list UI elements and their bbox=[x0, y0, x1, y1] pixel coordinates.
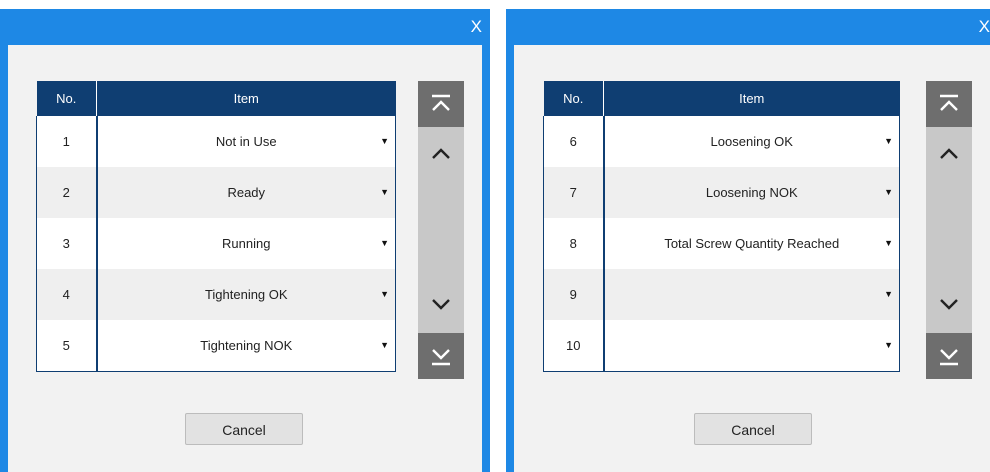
table-row: 4 Tightening OK ▼ bbox=[36, 269, 396, 320]
column-header-item: Item bbox=[96, 81, 396, 116]
row-number: 7 bbox=[543, 167, 605, 218]
table-row: 10 ▼ bbox=[543, 320, 900, 372]
row-number: 2 bbox=[36, 167, 98, 218]
row-number: 10 bbox=[543, 320, 605, 372]
scrollbar[interactable] bbox=[926, 81, 972, 379]
table-header-row: No. Item bbox=[36, 81, 396, 116]
scroll-up-button[interactable] bbox=[926, 131, 972, 177]
scroll-bottom-button[interactable] bbox=[926, 333, 972, 379]
dialog-panel: No. Item 1 Not in Use ▼ 2 Ready ▼ 3 Runnin… bbox=[8, 45, 482, 472]
chevron-double-down-icon bbox=[432, 349, 450, 366]
chevron-double-up-icon bbox=[432, 94, 450, 111]
io-config-dialog-left: X No. Item 1 Not in Use ▼ 2 Ready ▼ 3 Ru… bbox=[0, 9, 490, 472]
table-row: 2 Ready ▼ bbox=[36, 167, 396, 218]
caret-down-icon: ▼ bbox=[380, 289, 389, 299]
column-header-item: Item bbox=[603, 81, 900, 116]
caret-down-icon: ▼ bbox=[884, 238, 893, 248]
item-select-value: Ready bbox=[227, 185, 266, 200]
item-select[interactable]: Tightening OK ▼ bbox=[96, 269, 396, 320]
chevron-up-icon bbox=[432, 148, 450, 159]
item-select[interactable]: Running ▼ bbox=[96, 218, 396, 269]
caret-down-icon: ▼ bbox=[884, 187, 893, 197]
caret-down-icon: ▼ bbox=[380, 187, 389, 197]
scroll-down-button[interactable] bbox=[418, 281, 464, 327]
chevron-double-down-icon bbox=[940, 349, 958, 366]
item-table: No. Item 6 Loosening OK ▼ 7 Loosening NOK… bbox=[543, 81, 900, 372]
table-row: 3 Running ▼ bbox=[36, 218, 396, 269]
item-select-value: Running bbox=[222, 236, 271, 251]
item-select-value: Tightening OK bbox=[204, 287, 288, 302]
scroll-up-button[interactable] bbox=[418, 131, 464, 177]
table-row: 8 Total Screw Quantity Reached ▼ bbox=[543, 218, 900, 269]
dialog-panel: No. Item 6 Loosening OK ▼ 7 Loosening NOK… bbox=[514, 45, 990, 472]
close-button[interactable]: X bbox=[471, 17, 482, 37]
chevron-up-icon bbox=[940, 148, 958, 159]
caret-down-icon: ▼ bbox=[380, 340, 389, 350]
item-table: No. Item 1 Not in Use ▼ 2 Ready ▼ 3 Runnin… bbox=[36, 81, 396, 372]
table-row: 5 Tightening NOK ▼ bbox=[36, 320, 396, 372]
row-number: 8 bbox=[543, 218, 605, 269]
scroll-down-button[interactable] bbox=[926, 281, 972, 327]
item-select[interactable]: Not in Use ▼ bbox=[96, 116, 396, 167]
chevron-down-icon bbox=[432, 299, 450, 310]
chevron-down-icon bbox=[940, 299, 958, 310]
row-number: 5 bbox=[36, 320, 98, 372]
scroll-bottom-button[interactable] bbox=[418, 333, 464, 379]
title-bar: X bbox=[506, 9, 990, 45]
table-row: 7 Loosening NOK ▼ bbox=[543, 167, 900, 218]
scroll-top-button[interactable] bbox=[418, 81, 464, 127]
item-select-value: Not in Use bbox=[215, 134, 277, 149]
caret-down-icon: ▼ bbox=[380, 136, 389, 146]
row-number: 6 bbox=[543, 116, 605, 167]
column-header-no: No. bbox=[543, 81, 604, 116]
caret-down-icon: ▼ bbox=[380, 238, 389, 248]
item-select[interactable]: Loosening NOK ▼ bbox=[603, 167, 900, 218]
title-bar: X bbox=[0, 9, 490, 45]
close-button[interactable]: X bbox=[979, 17, 990, 37]
io-config-dialog-right: X No. Item 6 Loosening OK ▼ 7 Loosening N… bbox=[506, 9, 990, 472]
item-select[interactable]: Ready ▼ bbox=[96, 167, 396, 218]
row-number: 9 bbox=[543, 269, 605, 320]
item-select-value: Loosening NOK bbox=[705, 185, 798, 200]
scroll-top-button[interactable] bbox=[926, 81, 972, 127]
item-select[interactable]: ▼ bbox=[603, 269, 900, 320]
item-select-value: Tightening NOK bbox=[200, 338, 293, 353]
table-row: 9 ▼ bbox=[543, 269, 900, 320]
row-number: 4 bbox=[36, 269, 98, 320]
cancel-button[interactable]: Cancel bbox=[694, 413, 812, 445]
chevron-double-up-icon bbox=[940, 94, 958, 111]
column-header-no: No. bbox=[36, 81, 97, 116]
row-number: 1 bbox=[36, 116, 98, 167]
item-select[interactable]: Total Screw Quantity Reached ▼ bbox=[603, 218, 900, 269]
cancel-button[interactable]: Cancel bbox=[185, 413, 303, 445]
caret-down-icon: ▼ bbox=[884, 289, 893, 299]
table-row: 1 Not in Use ▼ bbox=[36, 116, 396, 167]
table-row: 6 Loosening OK ▼ bbox=[543, 116, 900, 167]
scrollbar[interactable] bbox=[418, 81, 464, 379]
item-select[interactable]: ▼ bbox=[603, 320, 900, 372]
caret-down-icon: ▼ bbox=[884, 136, 893, 146]
table-header-row: No. Item bbox=[543, 81, 900, 116]
item-select[interactable]: Tightening NOK ▼ bbox=[96, 320, 396, 372]
caret-down-icon: ▼ bbox=[884, 340, 893, 350]
row-number: 3 bbox=[36, 218, 98, 269]
item-select[interactable]: Loosening OK ▼ bbox=[603, 116, 900, 167]
item-select-value: Total Screw Quantity Reached bbox=[664, 236, 840, 251]
item-select-value: Loosening OK bbox=[710, 134, 793, 149]
